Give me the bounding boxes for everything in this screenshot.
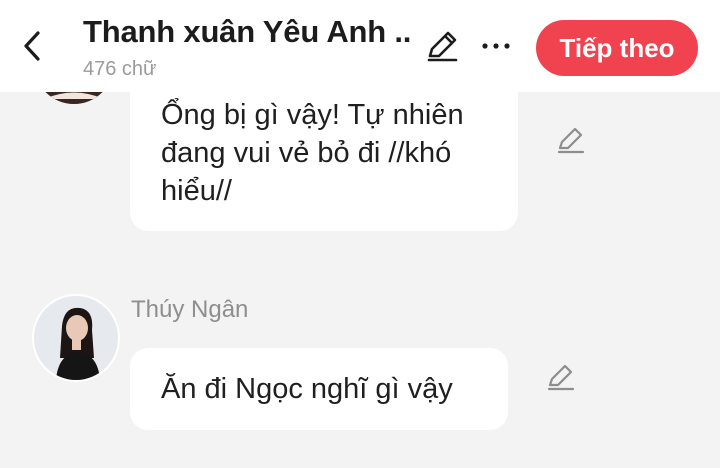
message-text-line: Ổng bị gì vậy! Tự nhiên <box>161 99 464 131</box>
edit-message-button[interactable] <box>554 124 588 158</box>
avatar-image <box>34 296 118 380</box>
sender-name: Thúy Ngân <box>131 296 249 323</box>
word-count: 476 chữ <box>83 58 157 80</box>
avatar[interactable] <box>32 294 120 382</box>
back-button[interactable] <box>14 24 50 68</box>
edit-message-button[interactable] <box>544 361 578 395</box>
story-title: Thanh xuân Yêu Anh ... <box>83 14 413 49</box>
more-horizontal-icon <box>482 43 510 49</box>
message-text-line: hiểu// <box>161 175 232 207</box>
message-bubble[interactable]: Ăn đi Ngọc nghĩ gì vậy <box>130 348 508 430</box>
message-text-line: đang vui vẻ bỏ đi //khó <box>161 137 452 169</box>
pencil-icon <box>547 364 575 391</box>
pencil-icon <box>427 31 458 62</box>
chevron-left-icon <box>24 31 40 61</box>
more-options-button[interactable] <box>478 26 514 66</box>
edit-title-button[interactable] <box>422 26 462 66</box>
top-bar: Thanh xuân Yêu Anh ... 476 chữ Tiếp theo <box>0 0 720 92</box>
message-text-line: Ăn đi Ngọc nghĩ gì vậy <box>161 373 453 405</box>
message-bubble[interactable]: Ổng bị gì vậy! Tự nhiên đang vui vẻ bỏ đ… <box>130 76 518 231</box>
next-button[interactable]: Tiếp theo <box>536 20 698 76</box>
pencil-icon <box>557 127 585 154</box>
